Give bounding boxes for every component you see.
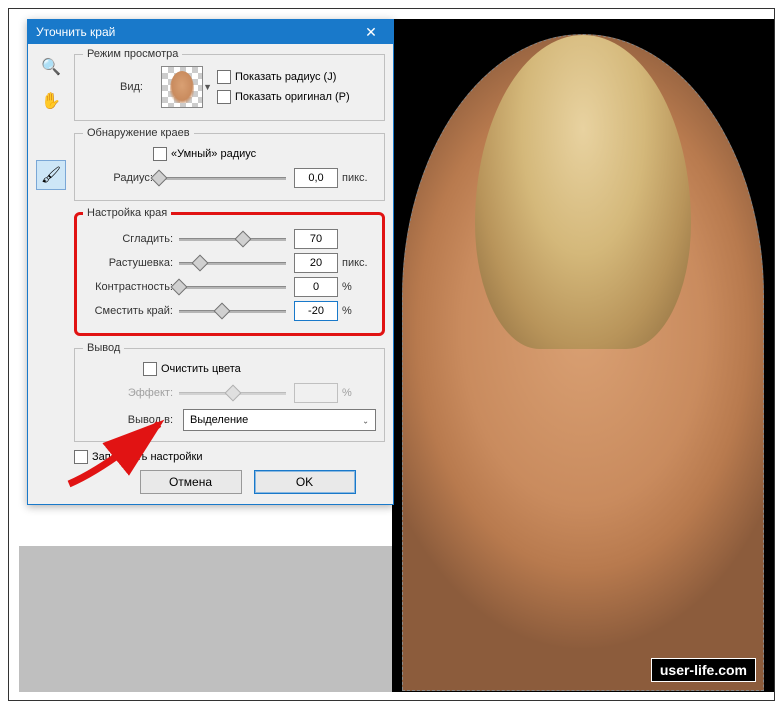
- output-group: Вывод Очистить цвета Эффект: %: [74, 342, 385, 442]
- contrast-unit: %: [342, 281, 376, 293]
- titlebar: Уточнить край ✕: [28, 20, 393, 44]
- shift-input[interactable]: -20: [294, 301, 338, 321]
- watermark: user-life.com: [651, 658, 756, 682]
- image-selection: [402, 34, 764, 691]
- radius-unit: пикс.: [342, 172, 376, 184]
- view-mode-group: Режим просмотра Вид: ▼ Показать радиус (…: [74, 48, 385, 121]
- cancel-button[interactable]: Отмена: [140, 470, 242, 494]
- radius-slider[interactable]: [159, 171, 286, 185]
- output-to-value: Выделение: [190, 414, 248, 426]
- effect-slider: [179, 386, 286, 400]
- output-to-label: Вывод в:: [83, 414, 179, 426]
- shift-unit: %: [342, 305, 376, 317]
- magnifier-icon: 🔍: [41, 57, 61, 77]
- smooth-label: Сгладить:: [83, 233, 179, 245]
- dialog-title: Уточнить край: [36, 25, 351, 39]
- output-legend: Вывод: [83, 342, 124, 354]
- chevron-down-icon: ⌄: [362, 416, 369, 425]
- effect-label: Эффект:: [83, 387, 179, 399]
- radius-input[interactable]: 0,0: [294, 168, 338, 188]
- adjust-legend: Настройка края: [83, 207, 171, 219]
- hand-tool[interactable]: ✋: [36, 86, 66, 116]
- ok-button[interactable]: OK: [254, 470, 356, 494]
- contrast-label: Контрастность:: [83, 281, 179, 293]
- feather-slider[interactable]: [179, 256, 286, 270]
- close-button[interactable]: ✕: [351, 20, 391, 44]
- view-thumbnail[interactable]: ▼: [161, 66, 203, 108]
- cleanup-checkbox[interactable]: Очистить цвета: [143, 362, 241, 376]
- view-legend: Режим просмотра: [83, 48, 182, 60]
- contrast-slider[interactable]: [179, 280, 286, 294]
- brush-icon: 🖌: [41, 165, 61, 185]
- contrast-input[interactable]: 0: [294, 277, 338, 297]
- feather-unit: пикс.: [342, 257, 376, 269]
- smooth-input[interactable]: 70: [294, 229, 338, 249]
- radius-label: Радиус:: [83, 172, 159, 184]
- feather-label: Растушевка:: [83, 257, 179, 269]
- smart-radius-label: «Умный» радиус: [171, 148, 256, 160]
- edge-detection-group: Обнаружение краев «Умный» радиус Радиус:…: [74, 127, 385, 201]
- refine-edge-dialog: Уточнить край ✕ 🔍 ✋ 🖌 Режим просмотра Ви…: [27, 19, 394, 505]
- show-radius-label: Показать радиус (J): [235, 71, 336, 83]
- hand-icon: ✋: [41, 91, 61, 111]
- refine-brush-tool[interactable]: 🖌: [36, 160, 66, 190]
- remember-checkbox[interactable]: Запомнить настройки: [74, 450, 203, 464]
- effect-input: [294, 383, 338, 403]
- show-radius-checkbox[interactable]: Показать радиус (J): [217, 70, 350, 84]
- document-canvas[interactable]: [392, 19, 774, 692]
- shift-label: Сместить край:: [83, 305, 179, 317]
- show-original-label: Показать оригинал (P): [235, 91, 350, 103]
- adjust-edge-group: Настройка края Сгладить: 70 Растушевка:: [74, 207, 385, 336]
- remember-label: Запомнить настройки: [92, 451, 203, 463]
- close-icon: ✕: [365, 24, 377, 41]
- cleanup-label: Очистить цвета: [161, 363, 241, 375]
- edge-legend: Обнаружение краев: [83, 127, 194, 139]
- smooth-slider[interactable]: [179, 232, 286, 246]
- chevron-down-icon: ▼: [203, 82, 212, 92]
- output-to-select[interactable]: Выделение ⌄: [183, 409, 376, 431]
- effect-unit: %: [342, 387, 376, 399]
- feather-input[interactable]: 20: [294, 253, 338, 273]
- shift-slider[interactable]: [179, 304, 286, 318]
- smart-radius-checkbox[interactable]: «Умный» радиус: [153, 147, 256, 161]
- zoom-tool[interactable]: 🔍: [36, 52, 66, 82]
- view-label: Вид:: [83, 81, 149, 93]
- show-original-checkbox[interactable]: Показать оригинал (P): [217, 90, 350, 104]
